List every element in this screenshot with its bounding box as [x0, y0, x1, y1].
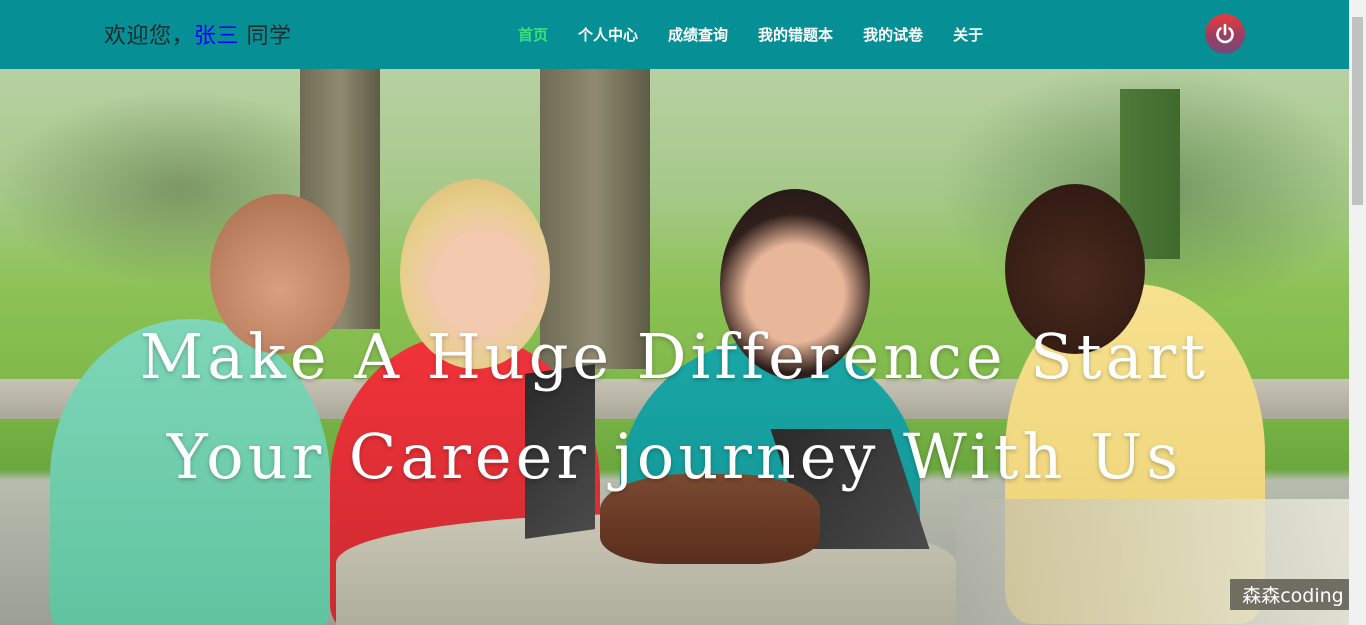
top-navbar: 欢迎您，张三 同学 首页 个人中心 成绩查询 我的错题本 我的试卷 关于 [0, 0, 1349, 69]
hero-banner: Make A Huge Difference Start Your Career… [0, 69, 1349, 625]
hero-line-2: Your Career journey With Us [166, 420, 1183, 493]
nav-item-home[interactable]: 首页 [518, 24, 548, 45]
power-icon [1216, 23, 1234, 44]
hero-line-1: Make A Huge Difference Start [139, 320, 1210, 393]
nav-item-personal-center[interactable]: 个人中心 [578, 24, 638, 45]
username[interactable]: 张三 [194, 24, 239, 49]
welcome-prefix: 欢迎您， [104, 24, 195, 49]
welcome-message: 欢迎您，张三 同学 [104, 18, 292, 50]
logout-button[interactable] [1205, 14, 1245, 54]
nav-item-mistake-book[interactable]: 我的错题本 [758, 24, 833, 45]
hero-headline: Make A Huge Difference Start Your Career… [0, 307, 1349, 507]
nav-item-my-papers[interactable]: 我的试卷 [863, 24, 923, 45]
nav-item-score-query[interactable]: 成绩查询 [668, 24, 728, 45]
scrollbar-thumb[interactable] [1352, 17, 1363, 205]
main-nav: 首页 个人中心 成绩查询 我的错题本 我的试卷 关于 [518, 24, 1013, 45]
page-scrollbar[interactable] [1349, 0, 1366, 625]
welcome-suffix: 同学 [239, 24, 292, 49]
watermark: 森森coding [1230, 579, 1356, 610]
nav-item-about[interactable]: 关于 [953, 24, 983, 45]
